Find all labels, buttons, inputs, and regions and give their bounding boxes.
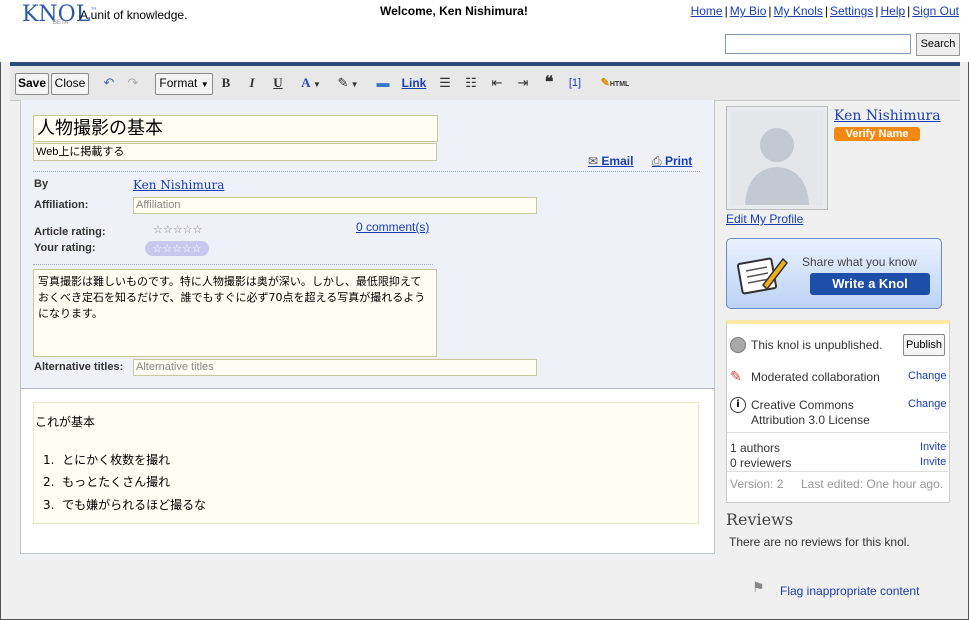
- avatar[interactable]: [726, 106, 828, 210]
- last-edited-text: Last edited: One hour ago.: [801, 477, 944, 491]
- summary-field[interactable]: 写真撮影は難しいものです。特に人物撮影は奥が深い。しかし、最低限抑えておくべき定…: [33, 269, 437, 357]
- profile-name-link[interactable]: Ken Nishimura: [834, 108, 941, 124]
- unpublished-text: This knol is unpublished.: [751, 338, 883, 352]
- notepad-pencil-icon: [737, 257, 788, 295]
- author-link[interactable]: Ken Nishimura: [133, 178, 224, 192]
- verify-name-button[interactable]: Verify Name: [834, 127, 920, 141]
- bulleted-list-icon[interactable]: ☷: [462, 73, 480, 93]
- title-field[interactable]: 人物撮影の基本: [33, 115, 438, 142]
- envelope-icon: ✉: [588, 154, 599, 168]
- alt-titles-label: Alternative titles:: [34, 361, 124, 373]
- affiliation-label: Affiliation:: [34, 199, 89, 211]
- footnote-button[interactable]: [1]: [565, 73, 585, 93]
- invite-reviewers-link[interactable]: Invite: [920, 456, 946, 468]
- redo-icon[interactable]: ↷: [124, 73, 142, 93]
- change-license-link[interactable]: Change: [908, 398, 947, 410]
- tagline: A unit of knowledge.: [80, 8, 188, 22]
- authors-count: 1 authors: [730, 441, 781, 455]
- html-edit-button[interactable]: ✎HTML: [598, 73, 632, 93]
- divider: [727, 432, 948, 433]
- numbered-list-icon[interactable]: ☰: [436, 73, 454, 93]
- search-button[interactable]: Search: [916, 33, 960, 56]
- pencil-icon: ✎: [600, 77, 610, 89]
- divider: [33, 264, 433, 265]
- comments-link[interactable]: 0 comment(s): [356, 220, 429, 234]
- collaboration-icon: ✎: [730, 369, 742, 385]
- divider: [33, 171, 700, 172]
- close-button[interactable]: Close: [51, 73, 89, 95]
- nav-my-bio[interactable]: My Bio: [730, 4, 767, 18]
- license-line1: Creative Commons: [751, 398, 854, 412]
- welcome-message: Welcome, Ken Nishimura!: [380, 4, 528, 18]
- nav-settings[interactable]: Settings: [830, 4, 873, 18]
- your-rating-stars[interactable]: ☆☆☆☆☆: [145, 241, 209, 256]
- highlight-icon[interactable]: ✎ ▼: [332, 73, 364, 93]
- moderated-text: Moderated collaboration: [751, 370, 880, 384]
- affiliation-input[interactable]: Affiliation: [133, 197, 537, 214]
- search-input[interactable]: [725, 34, 911, 54]
- top-header: KNOL™ BETA A unit of knowledge. Welcome,…: [0, 0, 969, 62]
- email-link[interactable]: ✉ Email: [588, 154, 633, 168]
- publish-button[interactable]: Publish: [903, 334, 945, 356]
- underline-icon[interactable]: U: [270, 73, 286, 93]
- alt-titles-input[interactable]: Alternative titles: [133, 359, 537, 376]
- body-heading: これが基本: [35, 415, 96, 429]
- nav-home[interactable]: Home: [691, 4, 723, 18]
- article-rating-label: Article rating:: [34, 226, 106, 238]
- reviews-text: There are no reviews for this knol.: [729, 535, 910, 549]
- top-nav: Home | My Bio | My Knols | Settings | Help | Sign …: [690, 4, 959, 18]
- version-text: Version: 2: [730, 477, 784, 491]
- unpublished-status-icon: [730, 337, 746, 353]
- write-knol-button[interactable]: Write a Knol: [810, 273, 930, 295]
- reviews-heading: Reviews: [726, 510, 794, 529]
- printer-icon: ⎙: [652, 154, 662, 168]
- license-line2: Attribution 3.0 License: [751, 413, 870, 427]
- nav-my-knols[interactable]: My Knols: [774, 4, 823, 18]
- reviewers-count: 0 reviewers: [730, 456, 792, 470]
- editor-toolbar: Save Close ↶ ↷ Format ▼ B I U A ▼ ✎ ▼ ▬ …: [10, 66, 960, 101]
- subtitle-field[interactable]: Web上に掲載する: [33, 143, 437, 161]
- chevron-down-icon: ▼: [200, 80, 209, 89]
- format-label: Format: [159, 76, 198, 90]
- print-link[interactable]: ⎙ Print: [652, 154, 692, 169]
- beta-label: BETA: [53, 20, 69, 26]
- change-collaboration-link[interactable]: Change: [908, 370, 947, 382]
- flag-icon: ⚑: [752, 580, 765, 596]
- share-text: Share what you know: [802, 255, 917, 269]
- blockquote-icon[interactable]: ❝: [540, 73, 558, 93]
- save-button[interactable]: Save: [15, 73, 49, 95]
- indent-icon[interactable]: ⇥: [514, 73, 532, 93]
- list-item: 2. もっとたくさん撮れ: [43, 475, 171, 489]
- font-color-icon[interactable]: A ▼: [296, 73, 326, 93]
- list-item: 3. でも嫌がられるほど撮るな: [43, 498, 207, 512]
- format-dropdown[interactable]: Format ▼: [155, 73, 213, 95]
- outdent-icon[interactable]: ⇤: [488, 73, 506, 93]
- nav-help[interactable]: Help: [880, 4, 905, 18]
- nav-sign-out[interactable]: Sign Out: [912, 4, 959, 18]
- undo-icon[interactable]: ↶: [100, 73, 118, 93]
- creative-commons-icon: i: [730, 397, 746, 413]
- divider: [727, 471, 948, 472]
- italic-icon[interactable]: I: [244, 73, 260, 93]
- flag-content-link[interactable]: Flag inappropriate content: [780, 584, 919, 598]
- your-rating-label: Your rating:: [34, 242, 96, 254]
- bold-icon[interactable]: B: [218, 73, 234, 93]
- image-icon[interactable]: ▬: [374, 73, 392, 93]
- edit-profile-link[interactable]: Edit My Profile: [726, 212, 803, 226]
- article-rating-stars: ☆☆☆☆☆: [153, 223, 203, 236]
- by-label: By: [34, 178, 49, 190]
- list-item: 1. とにかく枚数を撮れ: [43, 453, 171, 467]
- person-silhouette-icon: [731, 111, 823, 205]
- link-button[interactable]: Link: [400, 73, 428, 93]
- invite-authors-link[interactable]: Invite: [920, 441, 946, 453]
